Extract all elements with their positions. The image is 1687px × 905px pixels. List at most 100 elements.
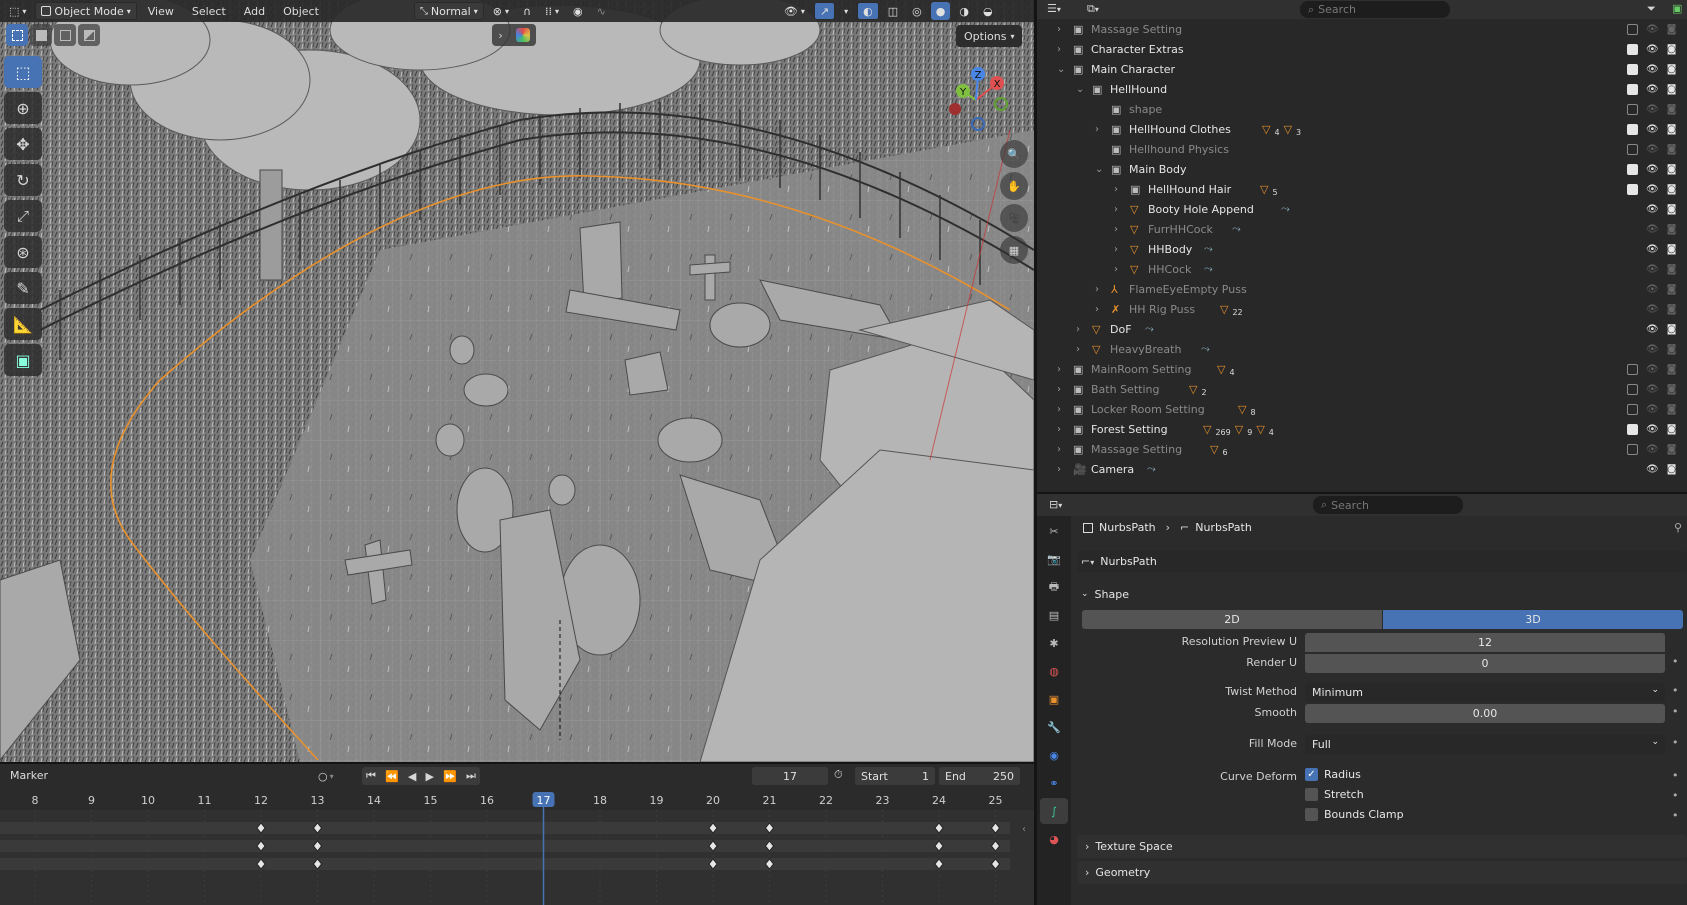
tab-object[interactable]: ▣ — [1040, 686, 1068, 712]
eye-icon[interactable]: 👁 — [1646, 284, 1659, 295]
eye-icon[interactable]: 👁 — [1646, 244, 1659, 255]
chevron-right-icon[interactable]: › — [1057, 464, 1061, 475]
outliner-row[interactable]: › ▣ HellHound Clothes ▽ 4 ▽ 3 👁 ◙ — [1037, 119, 1687, 139]
outliner-row[interactable]: › ▣ Massage Setting ▽ 6 👁 ◙ — [1037, 439, 1687, 459]
datablock-selector[interactable]: ⌐▾ NurbsPath — [1077, 551, 1687, 572]
exclude-checkbox[interactable] — [1627, 123, 1638, 135]
display-mode-button[interactable]: ⧉▾ — [1087, 2, 1099, 16]
chevron-right-icon[interactable]: › — [1076, 344, 1080, 355]
end-frame-field[interactable]: End 250 — [939, 767, 1020, 785]
eye-icon[interactable]: 👁 — [1646, 124, 1659, 135]
eye-icon[interactable]: 👁 — [1646, 224, 1659, 235]
outliner-row[interactable]: › ▽ HHCock ⤳ 👁 ◙ — [1037, 259, 1687, 279]
3d-viewport[interactable]: ⬚ ▾ Object Mode ▾ View Select Add Object … — [0, 0, 1034, 762]
navigation-gizmo[interactable]: Z X Y — [938, 62, 1014, 138]
outliner-row[interactable]: ⌄ ▣ Main Character 👁 ◙ — [1037, 59, 1687, 79]
auto-keying-toggle[interactable]: ○ ▾ — [318, 768, 348, 784]
dimension-2d-button[interactable]: 2D — [1082, 610, 1382, 629]
eye-icon[interactable]: 👁 — [1646, 144, 1659, 155]
active-object-indicator[interactable]: › — [492, 24, 536, 46]
outliner-row[interactable]: › 🎥 Camera ⤳ 👁 ◙ — [1037, 459, 1687, 479]
render-camera-icon[interactable]: ◙ — [1667, 204, 1677, 215]
render-camera-icon[interactable]: ◙ — [1667, 124, 1677, 135]
chevron-down-icon[interactable]: ⌄ — [1057, 64, 1065, 75]
menu-add[interactable]: Add — [237, 2, 272, 20]
menu-view[interactable]: View — [141, 2, 181, 20]
scene-render[interactable] — [0, 0, 1034, 762]
tool-add-cube[interactable]: ▣ — [4, 344, 42, 376]
tool-transform[interactable]: ⊛ — [4, 236, 42, 268]
camera-view-button[interactable]: 🎥 — [1000, 204, 1028, 232]
outliner-row[interactable]: ⌄ ▣ HellHound 👁 ◙ — [1037, 79, 1687, 99]
exclude-checkbox[interactable] — [1627, 103, 1638, 115]
shading-material[interactable]: ◑ — [954, 2, 974, 20]
tool-scale[interactable]: ⤢ — [4, 200, 42, 232]
eye-icon[interactable]: 👁 — [1646, 44, 1659, 55]
current-frame-field[interactable]: 17 — [752, 767, 828, 785]
play-reverse-icon[interactable]: ◀ — [408, 770, 416, 783]
stretch-checkbox[interactable]: Stretch — [1305, 788, 1364, 801]
render-camera-icon[interactable]: ◙ — [1667, 184, 1677, 195]
exclude-checkbox[interactable] — [1627, 183, 1638, 195]
tab-view-layer[interactable]: ▤ — [1040, 602, 1068, 628]
tab-material[interactable]: ◕ — [1040, 826, 1068, 852]
eye-icon[interactable]: 👁 — [1646, 164, 1659, 175]
tab-render[interactable]: 📷 — [1040, 546, 1068, 572]
dimension-3d-button[interactable]: 3D — [1383, 610, 1683, 629]
outliner-row[interactable]: › ▣ Locker Room Setting ▽ 8 👁 ◙ — [1037, 399, 1687, 419]
render-camera-icon[interactable]: ◙ — [1667, 464, 1677, 475]
menu-select[interactable]: Select — [185, 2, 233, 20]
eye-icon[interactable]: 👁 — [1646, 104, 1659, 115]
outliner-row[interactable]: › ✗ HH Rig Puss ▽ 22 👁 ◙ — [1037, 299, 1687, 319]
chevron-right-icon[interactable]: › — [1057, 364, 1061, 375]
mode-dropdown[interactable]: Object Mode ▾ — [35, 2, 137, 20]
texture-space-panel-header[interactable]: › Texture Space — [1077, 835, 1687, 858]
pin-icon[interactable]: ⚲ — [1674, 521, 1682, 534]
overlays-toggle[interactable]: ◐ — [857, 2, 879, 20]
eye-icon[interactable]: 👁 — [1646, 344, 1659, 355]
eye-icon[interactable]: 👁 — [1646, 464, 1659, 475]
chevron-right-icon[interactable]: › — [1114, 184, 1118, 195]
bounds-clamp-checkbox[interactable]: Bounds Clamp — [1305, 808, 1404, 821]
exclude-checkbox[interactable] — [1627, 363, 1638, 375]
shading-solid[interactable]: ● — [930, 2, 951, 20]
outliner-row[interactable]: › ▽ HHBody ⤳ 👁 ◙ — [1037, 239, 1687, 259]
chevron-right-icon[interactable]: › — [1095, 304, 1099, 315]
chevron-right-icon[interactable]: › — [1057, 404, 1061, 415]
filter-icon[interactable]: ⏷ — [1647, 2, 1656, 16]
chevron-right-icon[interactable]: › — [1114, 224, 1118, 235]
tab-curve-data[interactable]: ∫ — [1040, 798, 1068, 824]
area-splitter-properties[interactable] — [1037, 492, 1687, 494]
exclude-checkbox[interactable] — [1627, 403, 1638, 415]
eye-icon[interactable]: 👁 — [1646, 404, 1659, 415]
tab-modifiers[interactable]: 🔧 — [1040, 714, 1068, 740]
chevron-right-icon[interactable]: › — [1057, 424, 1061, 435]
smooth-field[interactable]: 0.00 — [1305, 704, 1665, 723]
render-camera-icon[interactable]: ◙ — [1667, 444, 1677, 455]
editor-type-button[interactable]: ☰▾ — [1047, 2, 1061, 15]
keyframe-dot-icon[interactable]: • — [1672, 789, 1679, 802]
render-camera-icon[interactable]: ◙ — [1667, 104, 1677, 115]
select-new-button[interactable] — [6, 24, 28, 46]
clock-icon[interactable]: ⏱ — [834, 768, 843, 782]
tab-physics[interactable]: ◉ — [1040, 742, 1068, 768]
eye-icon[interactable]: 👁 — [1646, 264, 1659, 275]
outliner-row[interactable]: › ▣ MainRoom Setting ▽ 4 👁 ◙ — [1037, 359, 1687, 379]
render-camera-icon[interactable]: ◙ — [1667, 344, 1677, 355]
channel-strip[interactable] — [0, 822, 1010, 834]
render-camera-icon[interactable]: ◙ — [1667, 64, 1677, 75]
outliner-row[interactable]: › ▣ Massage Setting 👁 ◙ — [1037, 19, 1687, 39]
render-camera-icon[interactable]: ◙ — [1667, 224, 1677, 235]
chevron-right-icon[interactable]: › — [1095, 124, 1099, 135]
shading-wireframe[interactable]: ◎ — [907, 2, 927, 20]
chevron-right-icon[interactable]: › — [1114, 204, 1118, 215]
outliner-row[interactable]: › ▣ Bath Setting ▽ 2 👁 ◙ — [1037, 379, 1687, 399]
exclude-checkbox[interactable] — [1627, 43, 1638, 55]
chevron-right-icon[interactable]: › — [1114, 264, 1118, 275]
shading-rendered[interactable]: ◒ — [978, 2, 998, 20]
new-collection-icon[interactable]: ▣ — [1672, 2, 1682, 15]
render-camera-icon[interactable]: ◙ — [1667, 164, 1677, 175]
radius-checkbox[interactable]: ✓ Radius — [1305, 768, 1361, 781]
eye-icon[interactable]: 👁 — [1646, 204, 1659, 215]
tab-constraints[interactable]: ⚭ — [1040, 770, 1068, 796]
